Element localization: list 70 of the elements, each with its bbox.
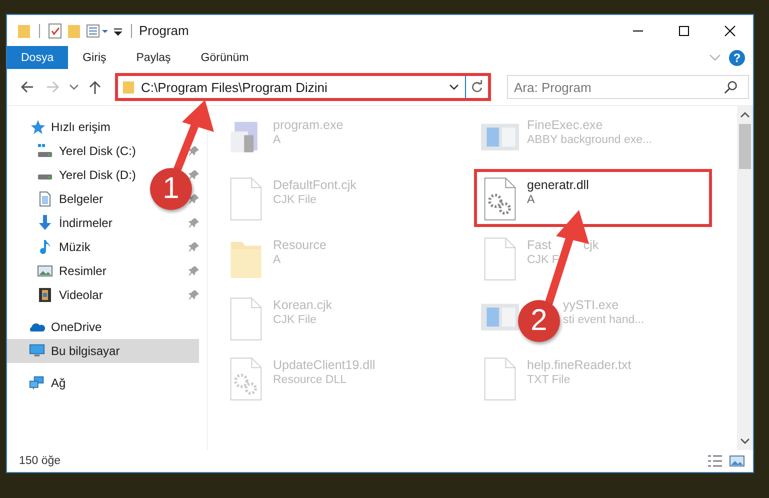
- pin-icon[interactable]: [189, 146, 199, 156]
- search-field[interactable]: Ara: Program: [507, 75, 749, 99]
- file-type: A: [273, 254, 282, 266]
- help-button[interactable]: ?: [729, 50, 745, 66]
- chevron-up-icon[interactable]: [740, 111, 750, 119]
- image-icon[interactable]: [729, 454, 745, 468]
- file-name: generatr.dll: [527, 178, 589, 192]
- sidebar-item[interactable]: Ağ: [7, 371, 70, 395]
- address-path: C:\Program Files\Program Dizini: [141, 80, 328, 94]
- sidebar-item[interactable]: Videolar: [7, 283, 107, 307]
- file-name: Korean.cjk: [273, 298, 332, 312]
- file-name: Fast: [527, 238, 552, 252]
- address-bar[interactable]: C:\Program Files\Program Dizini: [115, 73, 491, 101]
- checklist-icon[interactable]: [48, 22, 62, 38]
- file-type: ABBY background exe...: [527, 134, 652, 146]
- sidebar-item[interactable]: OneDrive: [7, 315, 106, 339]
- down-arrow-icon: [37, 215, 53, 231]
- ribbon-tab[interactable]: Paylaş: [121, 46, 186, 69]
- file-type: CJK F: [527, 254, 560, 266]
- sidebar-item[interactable]: Hızlı erişim: [7, 115, 114, 139]
- search-icon: [724, 80, 738, 94]
- scrollbar-thumb[interactable]: [739, 124, 751, 169]
- file-type: A: [273, 134, 282, 146]
- file-type: Resource DLL: [273, 374, 348, 386]
- file-type: A: [527, 194, 536, 206]
- sidebar-item[interactable]: Müzik: [7, 235, 94, 259]
- pin-icon[interactable]: [189, 242, 199, 252]
- chevron-down-icon[interactable]: [449, 83, 459, 91]
- file-name: FineExec.exe: [527, 118, 603, 132]
- sidebar-item[interactable]: Bu bilgisayar: [7, 339, 199, 363]
- scrollbar[interactable]: [737, 106, 753, 450]
- pin-icon[interactable]: [189, 194, 199, 204]
- folder-icon: [122, 79, 135, 95]
- file-name: program.exe: [273, 118, 344, 132]
- file-type: sti event hand...: [563, 314, 644, 326]
- sidebar-item[interactable]: Yerel Disk (C:): [7, 139, 140, 163]
- drive-icon: [37, 174, 53, 180]
- ribbon-tab[interactable]: Giriş: [68, 46, 122, 69]
- file-name: DefaultFont.cjk: [273, 178, 356, 192]
- pin-icon[interactable]: [189, 266, 199, 276]
- file-name: Resource: [273, 238, 326, 252]
- pin-icon[interactable]: [189, 218, 199, 228]
- sidebar-item[interactable]: Yerel Disk (D:): [7, 163, 140, 187]
- file-type: CJK File: [273, 194, 318, 206]
- sidebar-item[interactable]: Resimler: [7, 259, 110, 283]
- music-note-icon: [37, 239, 53, 255]
- image-icon: [37, 263, 53, 279]
- star-icon: [29, 119, 45, 135]
- file-name: yySTI.exe: [563, 298, 619, 312]
- sidebar-item[interactable]: Belgeler: [7, 187, 108, 211]
- pin-icon[interactable]: [189, 170, 199, 180]
- network-icon: [29, 375, 45, 391]
- properties-icon[interactable]: [86, 22, 108, 38]
- file-name: UpdateClient19.dll: [273, 358, 376, 372]
- highlighted-file-item[interactable]: generatr.dll A: [474, 169, 712, 227]
- ribbon-tab[interactable]: Dosya: [7, 46, 68, 69]
- film-icon: [37, 287, 53, 303]
- drive-icon: [37, 143, 53, 159]
- window-title: Program: [139, 23, 189, 38]
- chevron-down-icon[interactable]: [740, 437, 750, 445]
- details-view-icon[interactable]: [707, 454, 723, 468]
- computer-icon: [29, 343, 45, 359]
- pin-icon[interactable]: [189, 290, 199, 300]
- file-name: help.fineReader.txt: [527, 358, 632, 372]
- sidebar-item[interactable]: İndirmeler: [7, 211, 116, 235]
- file-type: CJK File: [273, 314, 318, 326]
- document-icon: [37, 191, 53, 207]
- item-count: 150 öğe: [19, 455, 61, 467]
- ribbon-tab[interactable]: Görünüm: [186, 46, 264, 69]
- file-type: TXT File: [527, 374, 572, 386]
